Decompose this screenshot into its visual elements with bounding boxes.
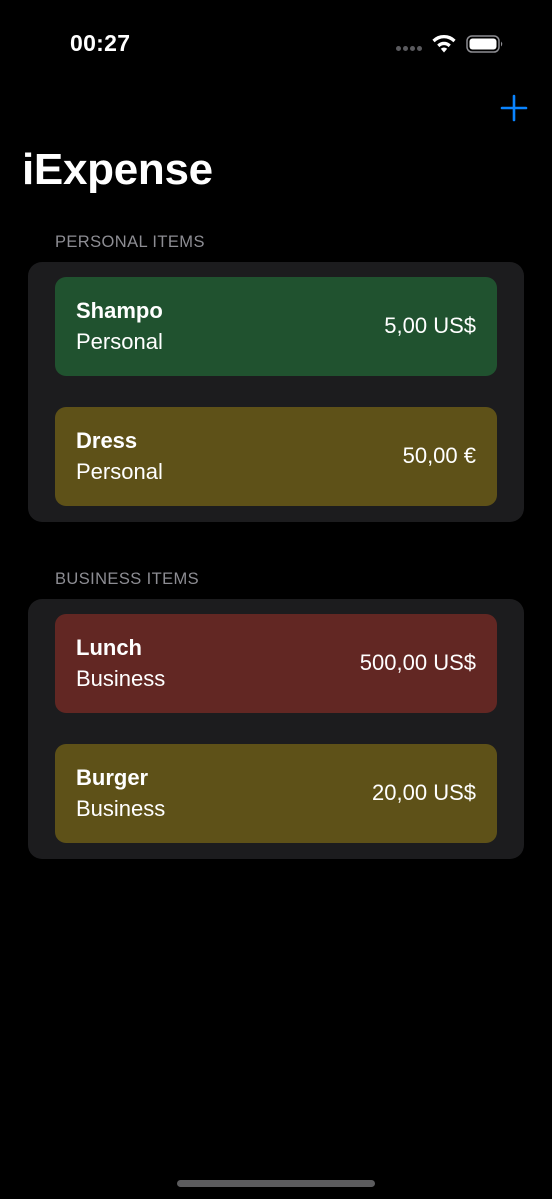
expense-type: Personal bbox=[76, 459, 163, 484]
cellular-signal-icon bbox=[396, 46, 426, 52]
status-bar: 00:27 bbox=[0, 0, 552, 80]
wifi-icon bbox=[432, 34, 456, 53]
expense-amount: 5,00 US$ bbox=[384, 313, 476, 338]
section-card-personal: Shampo Personal 5,00 US$ Dress Personal … bbox=[28, 262, 524, 522]
expense-type: Personal bbox=[76, 329, 163, 354]
expense-name: Dress bbox=[76, 428, 138, 453]
expense-type: Business bbox=[76, 666, 166, 691]
battery-icon bbox=[466, 35, 503, 53]
section-card-business: Lunch Business 500,00 US$ Burger Busines… bbox=[28, 599, 524, 859]
expense-row[interactable]: Burger Business 20,00 US$ bbox=[55, 744, 497, 843]
expense-row[interactable]: Shampo Personal 5,00 US$ bbox=[55, 277, 497, 376]
expense-amount: 50,00 € bbox=[402, 443, 476, 468]
page-title: iExpense bbox=[22, 145, 213, 194]
expense-row[interactable]: Lunch Business 500,00 US$ bbox=[55, 614, 497, 713]
expense-name: Burger bbox=[76, 765, 149, 790]
expense-name: Shampo bbox=[76, 298, 163, 323]
expense-amount: 500,00 US$ bbox=[359, 650, 476, 675]
section-header-personal: PERSONAL ITEMS bbox=[55, 233, 205, 251]
plus-icon bbox=[500, 94, 528, 122]
expense-name: Lunch bbox=[76, 635, 142, 660]
status-time: 00:27 bbox=[70, 30, 131, 56]
section-header-business: BUSINESS ITEMS bbox=[55, 570, 200, 588]
expense-type: Business bbox=[76, 796, 166, 821]
add-expense-button[interactable] bbox=[498, 92, 530, 124]
expense-amount: 20,00 US$ bbox=[372, 780, 476, 805]
expense-row[interactable]: Dress Personal 50,00 € bbox=[55, 407, 497, 506]
home-indicator[interactable] bbox=[177, 1180, 375, 1187]
